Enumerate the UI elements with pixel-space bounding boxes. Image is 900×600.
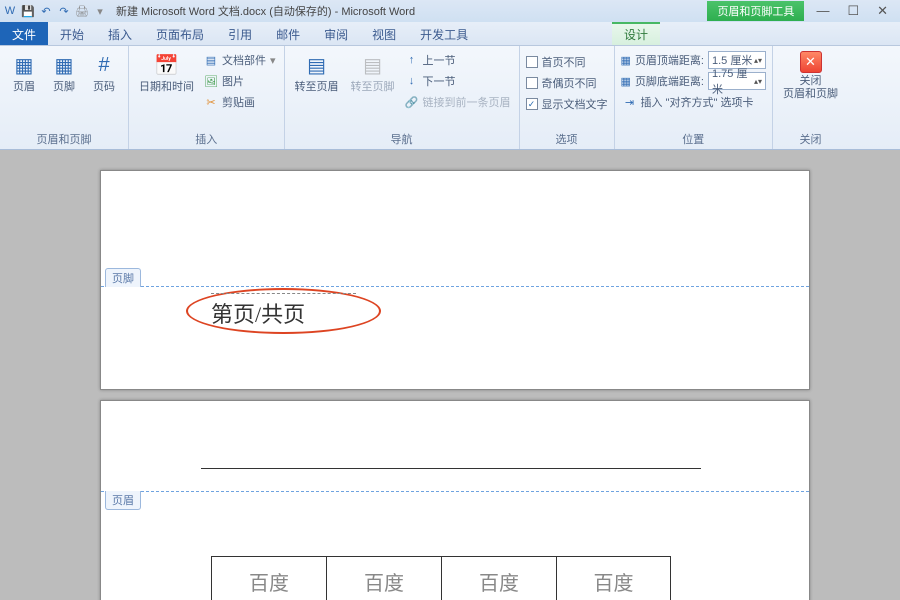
print-icon[interactable]: 🖨	[74, 3, 90, 19]
word-icon: W	[2, 3, 18, 19]
group-label: 关闭	[779, 129, 842, 149]
table-cell[interactable]: 百度	[556, 556, 671, 600]
group-label: 插入	[135, 129, 278, 149]
group-options: 首页不同 奇偶页不同 ✓显示文档文字 选项	[520, 46, 615, 149]
tab-references[interactable]: 引用	[216, 22, 264, 45]
tab-design[interactable]: 设计	[612, 22, 660, 45]
group-label: 选项	[526, 129, 608, 149]
checkbox-icon	[526, 77, 538, 89]
header-button[interactable]: ▦ 页眉	[6, 49, 42, 96]
window-controls: — ☐ ✕	[804, 3, 900, 19]
checkbox-icon: ✓	[526, 98, 538, 110]
redo-icon[interactable]: ↷	[56, 3, 72, 19]
page-number-button[interactable]: # 页码	[86, 49, 122, 96]
header-rule	[201, 468, 701, 469]
goto-header-icon: ▤	[303, 51, 331, 79]
group-label: 位置	[621, 129, 766, 149]
goto-header-button[interactable]: ▤ 转至页眉	[291, 49, 343, 96]
footer-text[interactable]: 第页/共页	[211, 297, 305, 329]
quickparts-icon: ▤	[204, 53, 218, 67]
footer-button[interactable]: ▦ 页脚	[46, 49, 82, 96]
page-2[interactable]: 页眉 百度 百度 百度 百度	[100, 400, 810, 600]
group-label: 页眉和页脚	[6, 129, 122, 149]
clipart-icon: ✂	[204, 95, 218, 109]
prev-icon: ↑	[405, 53, 419, 67]
tab-view[interactable]: 视图	[360, 22, 408, 45]
align-tab-button[interactable]: ⇥插入 "对齐方式" 选项卡	[621, 93, 766, 111]
footer-dist-icon: ▦	[621, 75, 631, 88]
close-header-footer-button[interactable]: ✕ 关闭页眉和页脚	[779, 49, 842, 103]
group-insert: 📅 日期和时间 ▤文档部件 ▾ 🖼图片 ✂剪贴画 插入	[129, 46, 285, 149]
footer-icon: ▦	[50, 51, 78, 79]
window-title: 新建 Microsoft Word 文档.docx (自动保存的) - Micr…	[108, 3, 707, 19]
maximize-button[interactable]: ☐	[847, 3, 859, 19]
show-text-checkbox[interactable]: ✓显示文档文字	[526, 95, 608, 113]
tab-home[interactable]: 开始	[48, 22, 96, 45]
spinner-arrows-icon[interactable]: ▴▾	[754, 57, 762, 64]
text-underline	[211, 293, 356, 294]
calendar-icon: 📅	[153, 51, 181, 79]
footer-distance-spinner[interactable]: ▦ 页脚底端距离: 1.75 厘米▴▾	[621, 72, 766, 90]
table-cell[interactable]: 百度	[441, 556, 556, 600]
page-number-icon: #	[90, 51, 118, 79]
tab-review[interactable]: 审阅	[312, 22, 360, 45]
title-bar: W 💾 ↶ ↷ 🖨 ▾ 新建 Microsoft Word 文档.docx (自…	[0, 0, 900, 22]
link-previous-button: 🔗链接到前一条页眉	[403, 93, 513, 111]
clipart-button[interactable]: ✂剪贴画	[202, 93, 278, 111]
group-header-footer: ▦ 页眉 ▦ 页脚 # 页码 页眉和页脚	[0, 46, 129, 149]
header-tag: 页眉	[105, 491, 141, 510]
group-navigation: ▤ 转至页眉 ▤ 转至页脚 ↑上一节 ↓下一节 🔗链接到前一条页眉 导航	[285, 46, 520, 149]
document-table[interactable]: 百度 百度 百度 百度	[211, 556, 671, 600]
spinner-arrows-icon[interactable]: ▴▾	[754, 78, 762, 85]
group-label: 导航	[291, 129, 513, 149]
qat-dropdown-icon[interactable]: ▾	[92, 3, 108, 19]
picture-icon: 🖼	[204, 74, 218, 88]
footer-boundary	[101, 286, 809, 287]
group-close: ✕ 关闭页眉和页脚 关闭	[773, 46, 848, 149]
tab-file[interactable]: 文件	[0, 22, 48, 45]
header-boundary	[101, 491, 809, 492]
tab-mailings[interactable]: 邮件	[264, 22, 312, 45]
footer-tag: 页脚	[105, 268, 141, 287]
table-cell[interactable]: 百度	[211, 556, 326, 600]
align-tab-icon: ⇥	[623, 95, 637, 109]
link-icon: 🔗	[405, 95, 419, 109]
tab-developer[interactable]: 开发工具	[408, 22, 480, 45]
next-section-button[interactable]: ↓下一节	[403, 72, 513, 90]
quick-access-toolbar: W 💾 ↶ ↷ 🖨 ▾	[0, 3, 108, 19]
context-tab-title: 页眉和页脚工具	[707, 1, 804, 21]
table-cell[interactable]: 百度	[326, 556, 441, 600]
undo-icon[interactable]: ↶	[38, 3, 54, 19]
picture-button[interactable]: 🖼图片	[202, 72, 278, 90]
datetime-button[interactable]: 📅 日期和时间	[135, 49, 198, 96]
close-icon: ✕	[800, 51, 822, 73]
header-icon: ▦	[10, 51, 38, 79]
diff-first-checkbox[interactable]: 首页不同	[526, 53, 608, 71]
quickparts-button[interactable]: ▤文档部件 ▾	[202, 51, 278, 69]
ribbon: ▦ 页眉 ▦ 页脚 # 页码 页眉和页脚 📅 日期和时间 ▤文档部件 ▾ 🖼图片	[0, 46, 900, 150]
document-canvas[interactable]: 页脚 第页/共页 页眉 百度 百度 百度 百度	[0, 150, 900, 600]
goto-footer-button[interactable]: ▤ 转至页脚	[347, 49, 399, 96]
goto-footer-icon: ▤	[359, 51, 387, 79]
ribbon-tabs: 文件 开始 插入 页面布局 引用 邮件 审阅 视图 开发工具 设计	[0, 22, 900, 46]
tab-insert[interactable]: 插入	[96, 22, 144, 45]
tab-layout[interactable]: 页面布局	[144, 22, 216, 45]
close-window-button[interactable]: ✕	[877, 3, 888, 19]
prev-section-button[interactable]: ↑上一节	[403, 51, 513, 69]
next-icon: ↓	[405, 74, 419, 88]
page-1[interactable]: 页脚 第页/共页	[100, 170, 810, 390]
save-icon[interactable]: 💾	[20, 3, 36, 19]
minimize-button[interactable]: —	[816, 3, 829, 19]
diff-oddeven-checkbox[interactable]: 奇偶页不同	[526, 74, 608, 92]
group-position: ▦ 页眉顶端距离: 1.5 厘米▴▾ ▦ 页脚底端距离: 1.75 厘米▴▾ ⇥…	[615, 46, 773, 149]
header-dist-icon: ▦	[621, 54, 631, 67]
checkbox-icon	[526, 56, 538, 68]
